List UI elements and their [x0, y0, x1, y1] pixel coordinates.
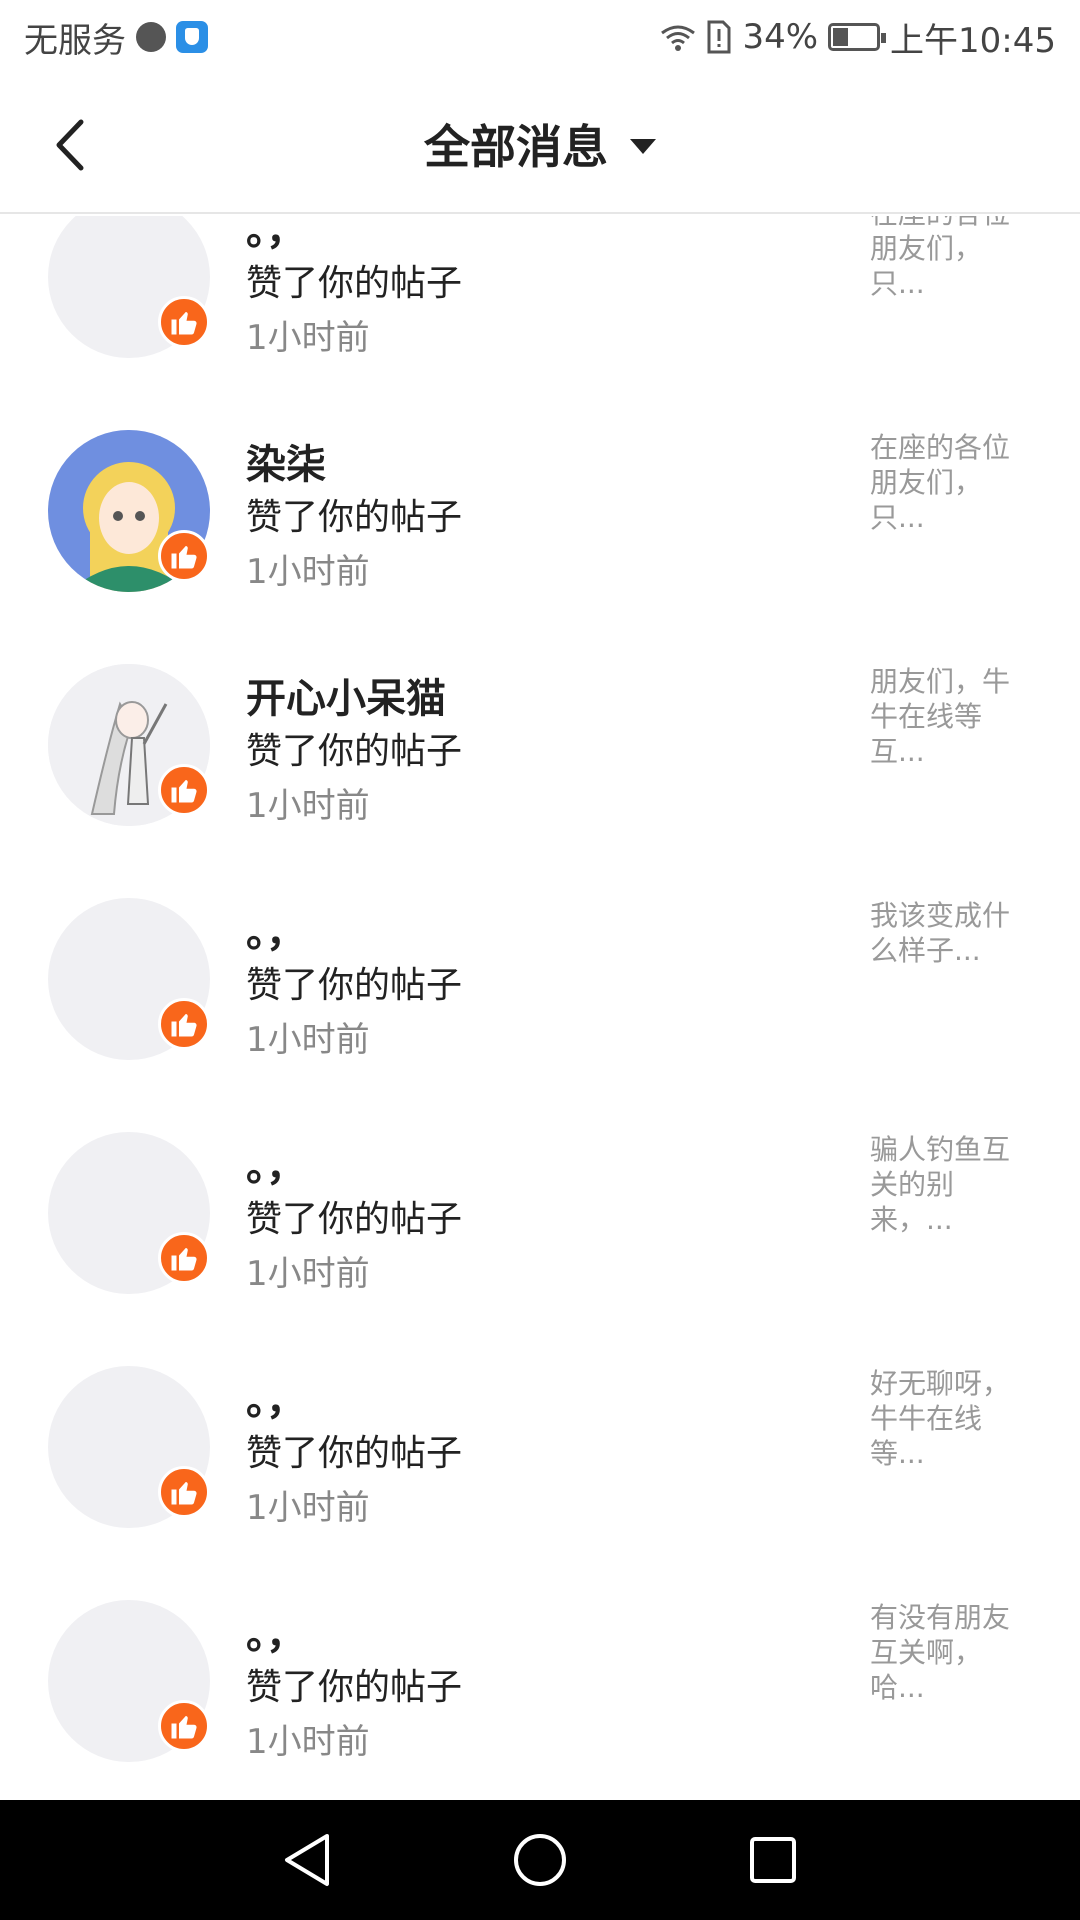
- post-snippet[interactable]: 骗人钓鱼互关的别来，...: [870, 1132, 1030, 1237]
- square-recents-icon: [750, 1837, 797, 1883]
- triangle-back-icon: [284, 1834, 329, 1886]
- notification-list[interactable]: 。，赞了你的帖子1小时前在座的各位朋友们，只...染柒赞了你的帖子1小时前在座的…: [0, 216, 1080, 1798]
- thumbs-up-icon: [171, 1248, 197, 1271]
- list-item[interactable]: 。， 赞了你的帖子 1小时前 有没有朋友互关啊，哈...: [0, 1600, 1080, 1798]
- timestamp: 1小时前: [246, 552, 370, 592]
- timestamp: 1小时前: [246, 786, 370, 826]
- thumbs-up-icon: [171, 546, 197, 569]
- sender-name[interactable]: 。，: [246, 900, 306, 958]
- list-item[interactable]: 染柒赞了你的帖子 1小时前 在座的各位朋友们，只...: [0, 430, 1080, 664]
- timestamp: 1小时前: [246, 1020, 370, 1060]
- like-badge: [158, 1466, 210, 1518]
- carrier-label: 无服务: [24, 20, 126, 61]
- sender-name[interactable]: 染柒: [246, 432, 326, 490]
- thumbs-up-icon: [171, 1716, 197, 1739]
- wifi-icon: [661, 25, 696, 51]
- notification-action: 赞了你的帖子: [246, 965, 463, 1006]
- system-nav-bar: [0, 1800, 1080, 1920]
- list-item[interactable]: 。， 赞了你的帖子 1小时前 我该变成什么样子...: [0, 898, 1080, 1132]
- thumbs-up-icon: [171, 1482, 197, 1505]
- nav-recents-button[interactable]: [741, 1828, 805, 1892]
- thumbs-up-icon: [171, 1014, 197, 1037]
- like-badge: [158, 1232, 210, 1284]
- list-item[interactable]: 。， 赞了你的帖子 1小时前 骗人钓鱼互关的别来，...: [0, 1132, 1080, 1366]
- timestamp: 1小时前: [246, 1254, 370, 1294]
- page-title: 全部消息: [424, 120, 608, 174]
- nav-home-button[interactable]: [508, 1828, 572, 1892]
- notification-action: 赞了你的帖子: [246, 497, 463, 538]
- sender-name[interactable]: 开心小呆猫: [246, 666, 446, 724]
- like-badge: [158, 296, 210, 348]
- thumbs-up-icon: [171, 312, 197, 335]
- sim-alert-icon: [707, 20, 731, 54]
- notification-action: 赞了你的帖子: [246, 263, 463, 304]
- circle-home-icon: [513, 1834, 566, 1886]
- battery-icon: [828, 23, 887, 51]
- globe-icon: [136, 22, 166, 52]
- status-bar: 无服务 34% 上午10:45: [0, 0, 1080, 74]
- notification-action: 赞了你的帖子: [246, 1667, 463, 1708]
- thumbs-up-icon: [171, 780, 197, 803]
- battery-percent: 34%: [742, 17, 819, 57]
- post-snippet[interactable]: 我该变成什么样子...: [870, 898, 1030, 968]
- like-badge: [158, 998, 210, 1050]
- like-badge: [158, 1700, 210, 1752]
- list-item[interactable]: 。， 赞了你的帖子 1小时前 好无聊呀，牛牛在线等...: [0, 1366, 1080, 1600]
- notification-action: 赞了你的帖子: [246, 1433, 463, 1474]
- caret-down-icon: [630, 138, 656, 154]
- list-item[interactable]: 开心小呆猫赞了你的帖子 1小时前 朋友们，牛牛在线等互...: [0, 664, 1080, 898]
- like-badge: [158, 530, 210, 582]
- post-snippet[interactable]: 朋友们，牛牛在线等互...: [870, 664, 1030, 769]
- sender-name[interactable]: 。，: [246, 216, 306, 256]
- sender-name[interactable]: 。，: [246, 1134, 306, 1192]
- like-badge: [158, 764, 210, 816]
- post-snippet[interactable]: 在座的各位朋友们，只...: [870, 216, 1030, 301]
- timestamp: 1小时前: [246, 1488, 370, 1528]
- post-snippet[interactable]: 有没有朋友互关啊，哈...: [870, 1600, 1030, 1705]
- sender-name[interactable]: 。，: [246, 1602, 306, 1660]
- notification-action: 赞了你的帖子: [246, 731, 463, 772]
- list-item[interactable]: 。， 赞了你的帖子 1小时前 在座的各位朋友们，只...: [0, 216, 1080, 430]
- sender-name[interactable]: 。，: [246, 1368, 306, 1426]
- post-snippet[interactable]: 在座的各位朋友们，只...: [870, 430, 1030, 535]
- shield-icon: [176, 21, 208, 53]
- message-filter-dropdown[interactable]: 全部消息: [0, 74, 1080, 214]
- post-snippet[interactable]: 好无聊呀，牛牛在线等...: [870, 1366, 1030, 1471]
- nav-back-button[interactable]: [275, 1828, 339, 1892]
- timestamp: 1小时前: [246, 318, 370, 358]
- notification-action: 赞了你的帖子: [246, 1199, 463, 1240]
- timestamp: 1小时前: [246, 1722, 370, 1762]
- header: 全部消息: [0, 74, 1080, 214]
- clock: 上午10:45: [890, 20, 1056, 61]
